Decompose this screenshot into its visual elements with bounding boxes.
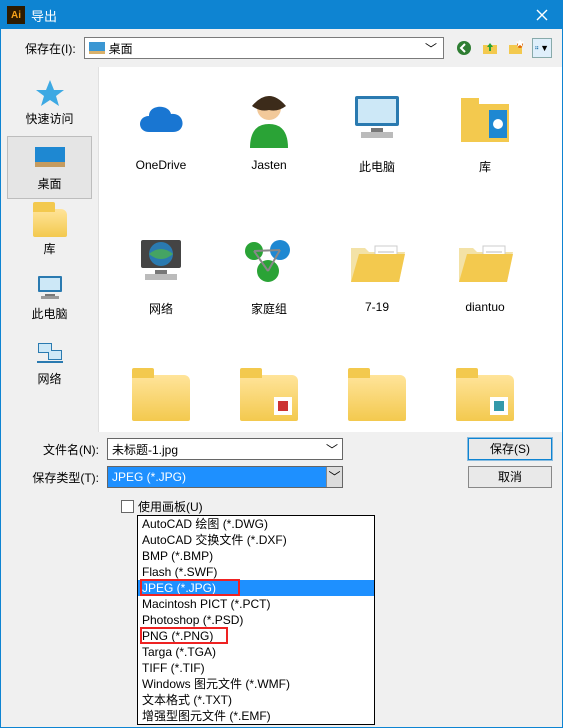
window-title: 导出	[31, 6, 522, 25]
filetype-option[interactable]: Windows 图元文件 (*.WMF)	[138, 676, 374, 692]
filetype-option[interactable]: JPEG (*.JPG)	[138, 580, 374, 596]
filetype-value: JPEG (*.JPG)	[112, 470, 186, 484]
filetype-option[interactable]: AutoCAD 交换文件 (*.DXF)	[138, 532, 374, 548]
filetype-option[interactable]: PNG (*.PNG)	[138, 628, 374, 644]
desktop-icon	[89, 42, 105, 54]
file-item-library[interactable]: 库	[431, 81, 539, 223]
view-grid-icon	[535, 41, 539, 55]
location-toolbar: 保存在(I): 桌面 ﹀ ★ ▼	[1, 29, 562, 67]
filetype-option[interactable]: 增强型图元文件 (*.EMF)	[138, 708, 374, 724]
filetype-option[interactable]: TIFF (*.TIF)	[138, 660, 374, 676]
file-label: 家庭组	[251, 300, 287, 317]
file-label: 库	[479, 158, 491, 175]
folder-icon	[132, 375, 190, 421]
location-combo[interactable]: 桌面 ﹀	[84, 37, 444, 59]
desktop-icon	[33, 145, 67, 171]
pc-icon	[35, 274, 65, 302]
file-label: diantuo	[465, 300, 504, 314]
chevron-down-icon: ﹀	[423, 40, 439, 57]
new-folder-button[interactable]: ★	[506, 38, 526, 58]
up-one-level-button[interactable]	[480, 38, 500, 58]
filetype-option[interactable]: Macintosh PICT (*.PCT)	[138, 596, 374, 612]
places-sidebar: 快速访问 桌面 库 此电脑 网络	[1, 67, 99, 432]
globe-icon	[131, 234, 191, 290]
view-menu-button[interactable]: ▼	[532, 38, 552, 58]
file-item-thispc[interactable]: 此电脑	[323, 81, 431, 223]
star-icon	[35, 78, 65, 108]
file-item-folder[interactable]	[215, 365, 323, 425]
homegroup-icon	[240, 237, 298, 287]
sidebar-item-label: 桌面	[37, 175, 61, 192]
app-logo-icon: Ai	[7, 6, 25, 24]
filename-input[interactable]: 未标题-1.jpg ﹀	[107, 438, 343, 460]
file-item-folder-diantuo[interactable]: diantuo	[431, 223, 539, 365]
library-icon	[455, 94, 515, 146]
close-icon	[536, 9, 548, 21]
location-text: 桌面	[109, 40, 423, 57]
sidebar-item-desktop[interactable]: 桌面	[7, 136, 92, 199]
filename-value: 未标题-1.jpg	[112, 441, 178, 458]
back-arrow-icon	[456, 40, 472, 56]
file-item-folder-719[interactable]: 7-19	[323, 223, 431, 365]
file-item-folder[interactable]	[107, 365, 215, 425]
filetype-option[interactable]: AutoCAD 绘图 (*.DWG)	[138, 516, 374, 532]
sidebar-item-quickaccess[interactable]: 快速访问	[7, 71, 92, 134]
save-in-label: 保存在(I):	[25, 40, 76, 57]
network-icon	[35, 340, 65, 366]
cloud-icon	[129, 96, 193, 144]
svg-text:★: ★	[515, 40, 524, 50]
folder-icon	[348, 375, 406, 421]
folder-open-icon	[455, 236, 515, 288]
file-list-area[interactable]: OneDrive Jasten 此电脑 库 网络	[99, 67, 562, 432]
chevron-down-icon[interactable]: ﹀	[326, 441, 338, 458]
file-label: 此电脑	[359, 158, 395, 175]
chevron-down-icon: ▼	[540, 43, 549, 53]
titlebar: Ai 导出	[1, 1, 562, 29]
file-label: 7-19	[365, 300, 389, 314]
save-button[interactable]: 保存(S)	[468, 438, 552, 460]
filetype-option[interactable]: Flash (*.SWF)	[138, 564, 374, 580]
filetype-dropdown-list[interactable]: AutoCAD 绘图 (*.DWG)AutoCAD 交换文件 (*.DXF)BM…	[137, 515, 375, 725]
save-form-area: 文件名(N): 未标题-1.jpg ﹀ 保存(S) 保存类型(T): JPEG …	[1, 432, 562, 727]
folder-open-icon	[347, 236, 407, 288]
sidebar-item-label: 此电脑	[31, 305, 67, 322]
folder-up-icon	[482, 40, 498, 56]
chevron-down-icon[interactable]: ﹀	[326, 467, 342, 487]
user-icon	[242, 90, 296, 150]
sidebar-item-library[interactable]: 库	[7, 201, 92, 264]
back-button[interactable]	[454, 38, 474, 58]
sidebar-item-label: 网络	[37, 370, 61, 387]
filetype-label: 保存类型(T):	[19, 469, 99, 486]
file-label: OneDrive	[136, 158, 187, 172]
file-item-folder[interactable]	[323, 365, 431, 425]
close-button[interactable]	[522, 1, 562, 29]
folder-icon	[240, 375, 298, 421]
file-label: 网络	[149, 300, 173, 317]
file-item-homegroup[interactable]: 家庭组	[215, 223, 323, 365]
folder-icon	[33, 209, 67, 237]
filetype-option[interactable]: BMP (*.BMP)	[138, 548, 374, 564]
filetype-option[interactable]: Targa (*.TGA)	[138, 644, 374, 660]
new-folder-icon: ★	[508, 40, 524, 56]
folder-icon	[456, 375, 514, 421]
filetype-option[interactable]: Photoshop (*.PSD)	[138, 612, 374, 628]
sidebar-item-label: 库	[43, 240, 55, 257]
sidebar-item-label: 快速访问	[25, 110, 73, 127]
filename-label: 文件名(N):	[19, 441, 99, 458]
file-item-onedrive[interactable]: OneDrive	[107, 81, 215, 223]
file-item-user[interactable]: Jasten	[215, 81, 323, 223]
filetype-option[interactable]: 文本格式 (*.TXT)	[138, 692, 374, 708]
file-item-network[interactable]: 网络	[107, 223, 215, 365]
file-item-folder[interactable]	[431, 365, 539, 425]
use-artboard-label: 使用画板(U)	[138, 498, 203, 515]
sidebar-item-network[interactable]: 网络	[7, 331, 92, 394]
cancel-button[interactable]: 取消	[468, 466, 552, 488]
pc-icon	[347, 92, 407, 148]
filetype-combo[interactable]: JPEG (*.JPG) ﹀	[107, 466, 343, 488]
use-artboard-checkbox[interactable]	[121, 500, 134, 513]
sidebar-item-thispc[interactable]: 此电脑	[7, 266, 92, 329]
file-label: Jasten	[251, 158, 286, 172]
